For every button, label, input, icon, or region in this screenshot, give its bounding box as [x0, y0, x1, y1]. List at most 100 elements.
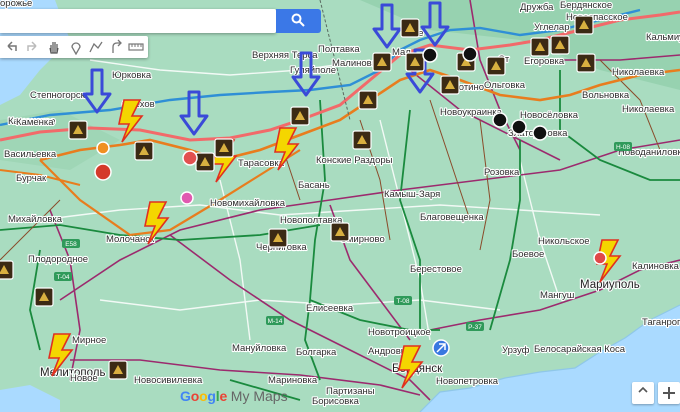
draw-line-icon[interactable] — [88, 39, 104, 55]
place-label: Мангуш — [540, 290, 574, 301]
house-marker[interactable] — [182, 150, 198, 166]
unit-badge[interactable] — [214, 138, 234, 158]
unit-badge[interactable] — [68, 120, 88, 140]
unit-badge[interactable] — [400, 18, 420, 38]
place-label: Берестовое — [410, 264, 462, 275]
map-canvas[interactable]: орожьеКаменскоеСтепногорскЮрковкаОреховП… — [0, 0, 680, 412]
place-label: Мирное — [72, 335, 106, 346]
unit-badge[interactable] — [352, 130, 372, 150]
place-label: Юрковка — [112, 70, 152, 81]
place-label: Новосёловка — [520, 110, 579, 121]
unit-badge[interactable] — [0, 260, 14, 280]
svg-text:T-08: T-08 — [396, 298, 409, 305]
unit-badge[interactable] — [134, 141, 154, 161]
red-circle-marker[interactable] — [94, 163, 112, 181]
place-label: Урзуф — [502, 345, 530, 356]
orange-star-marker[interactable] — [96, 141, 110, 155]
unit-badge[interactable] — [358, 90, 378, 110]
place-label: Басань — [298, 180, 330, 191]
place-label: Новосивилевка — [134, 375, 203, 386]
marker-icon[interactable] — [68, 39, 84, 55]
place-label: Каменка — [16, 117, 54, 128]
unit-badge[interactable] — [290, 106, 310, 126]
place-label: Благовещенка — [420, 212, 484, 223]
road-shield: T-04 — [54, 272, 72, 281]
place-label: Углелар — [534, 22, 570, 33]
unit-badge[interactable] — [574, 15, 594, 35]
my-maps-label: My Maps — [230, 388, 288, 404]
zoom-button[interactable] — [658, 382, 680, 404]
search-input[interactable] — [6, 9, 270, 33]
unit-badge[interactable] — [268, 228, 288, 248]
place-label: Вольновка — [582, 90, 630, 101]
place-label: Камыш-Заря — [384, 189, 440, 200]
place-label: Розовка — [484, 167, 520, 178]
place-label: Бердянское — [560, 0, 612, 11]
place-label: Борисовка — [312, 396, 360, 407]
expand-button[interactable] — [632, 382, 654, 404]
place-label: Кальмиус — [646, 32, 680, 43]
place-label: Новое — [70, 373, 98, 384]
place-label: Калиновка — [632, 261, 680, 272]
place-label: Тарасовка — [238, 158, 285, 169]
place-label: Конские Раздоры — [316, 155, 393, 166]
place-label: Новотроицкое — [368, 327, 431, 338]
pink-person-marker[interactable] — [180, 191, 194, 205]
place-label: орожье — [0, 0, 32, 9]
place-label: Ольговка — [484, 80, 526, 91]
expand-icon — [638, 386, 648, 393]
place-label: Мануйловка — [232, 343, 287, 354]
ruler-icon[interactable] — [128, 39, 144, 55]
directions-icon[interactable] — [108, 39, 124, 55]
unit-badge[interactable] — [330, 222, 350, 242]
place-label: Дружба — [520, 2, 554, 13]
road-shield: M-14 — [266, 316, 284, 325]
unit-badge[interactable] — [108, 360, 128, 380]
unit-badge[interactable] — [576, 53, 596, 73]
place-label: Васильевка — [4, 149, 57, 160]
svg-text:H-08: H-08 — [616, 144, 630, 151]
place-label: Новопетровка — [436, 376, 499, 387]
unit-badge[interactable] — [530, 37, 550, 57]
redo-icon[interactable] — [24, 39, 40, 55]
unit-badge[interactable] — [440, 75, 460, 95]
plus-icon — [663, 387, 675, 399]
svg-text:T-04: T-04 — [56, 274, 69, 281]
unit-badge[interactable] — [372, 52, 392, 72]
google-logo: Google — [180, 388, 228, 404]
place-label: Боевое — [512, 249, 544, 260]
place-label: Гуляйполе — [290, 65, 336, 76]
road-shield: P-37 — [466, 322, 484, 331]
search-icon — [291, 13, 305, 27]
place-label: Егоровка — [524, 56, 565, 67]
place-label: Михайловка — [8, 214, 63, 225]
search-box[interactable] — [0, 9, 276, 33]
road-shield: E58 — [62, 239, 80, 248]
place-label: Мариновка — [268, 375, 318, 386]
place-label: Бурчак — [16, 173, 47, 184]
place-label: Таганрогский — [642, 317, 680, 328]
place-label: Плодородное — [28, 254, 88, 265]
undo-icon[interactable] — [4, 39, 20, 55]
map-toolbar — [0, 36, 148, 58]
road-shield: T-08 — [394, 296, 412, 305]
city-marker[interactable] — [593, 251, 607, 265]
unit-badge[interactable] — [550, 35, 570, 55]
road-shield: H-08 — [614, 142, 632, 151]
place-label: Белосарайская Коса — [534, 344, 626, 355]
unit-badge[interactable] — [195, 152, 215, 172]
unit-badge[interactable] — [405, 52, 425, 72]
search-button[interactable] — [276, 9, 321, 33]
place-label: Полтавка — [318, 44, 360, 55]
unit-badge[interactable] — [486, 56, 506, 76]
svg-text:P-37: P-37 — [468, 324, 482, 331]
place-label: Никольское — [538, 236, 590, 247]
place-label: Елисеевка — [306, 303, 354, 314]
place-label: Николаевка — [612, 67, 665, 78]
footer-logo: Google My Maps — [180, 388, 288, 404]
svg-text:M-14: M-14 — [268, 318, 283, 325]
svg-text:E58: E58 — [65, 241, 77, 248]
hand-icon[interactable] — [46, 39, 62, 55]
place-label: Мариуполь — [580, 279, 640, 291]
unit-badge[interactable] — [34, 287, 54, 307]
